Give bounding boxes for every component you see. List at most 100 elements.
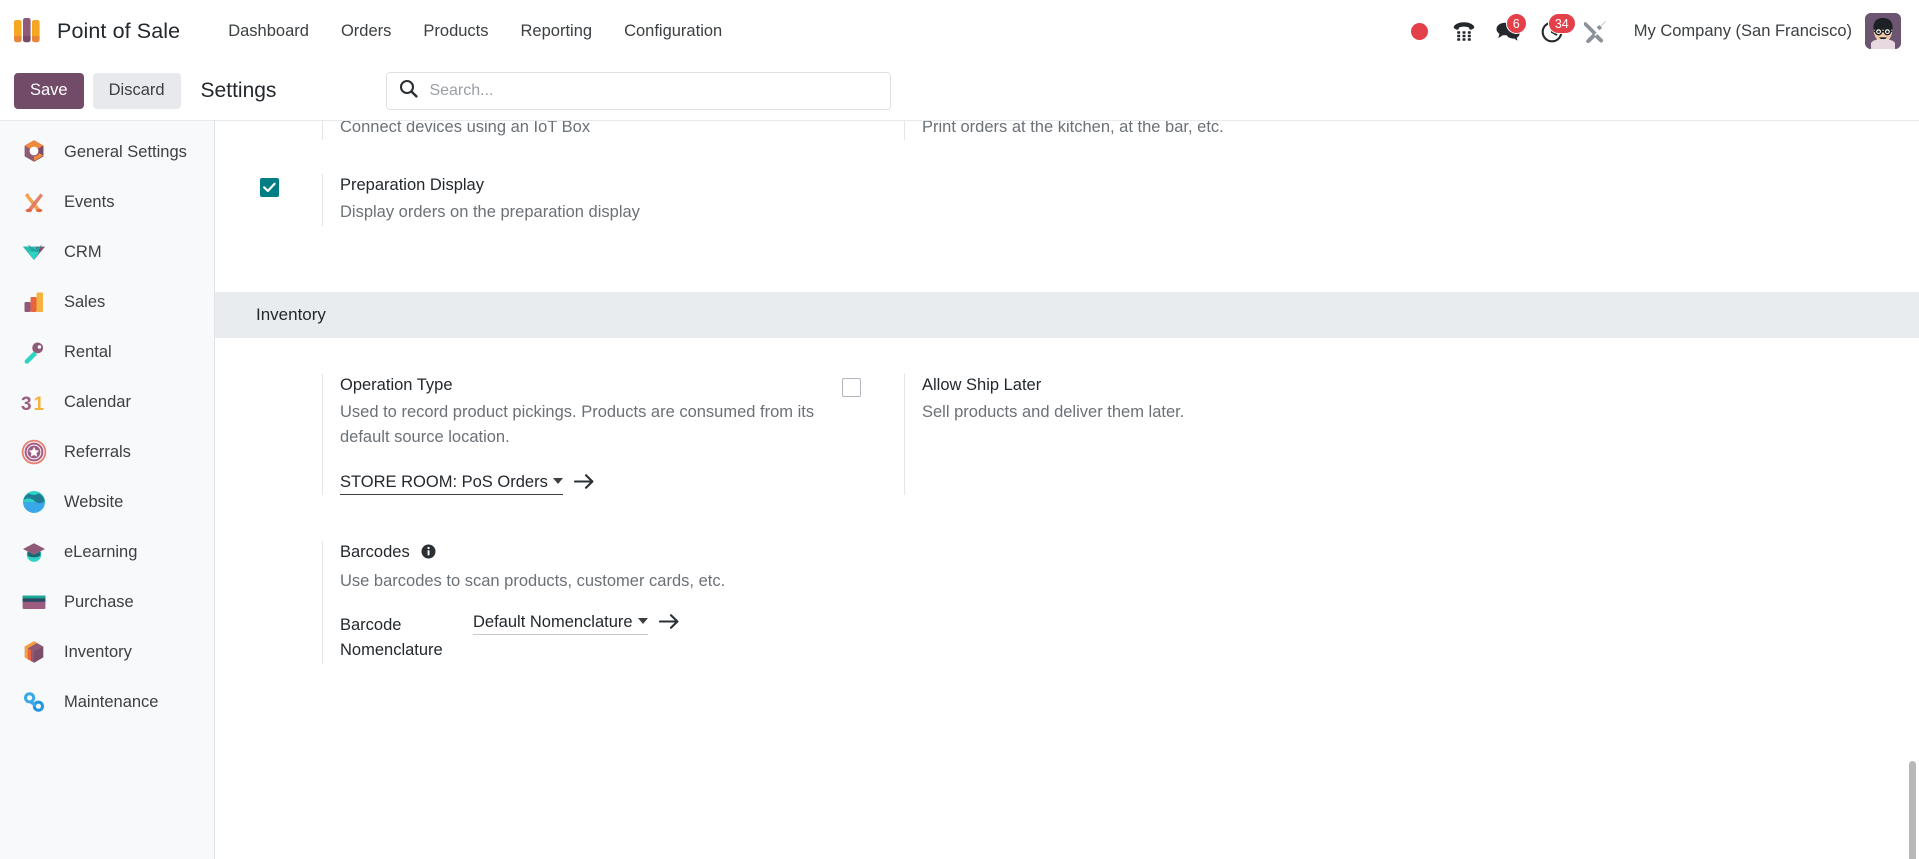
messages-icon[interactable]: 6 (1486, 11, 1530, 51)
user-avatar-icon[interactable] (1865, 13, 1901, 49)
sidebar-item-referrals[interactable]: Referrals (0, 427, 214, 477)
sidebar-item-inventory[interactable]: Inventory (0, 627, 214, 677)
menu-item-configuration[interactable]: Configuration (608, 16, 738, 47)
record-dot-icon[interactable] (1398, 11, 1442, 51)
dialpad-icon[interactable] (1442, 11, 1486, 51)
iot-box-description: Connect devices using an IoT Box (340, 120, 591, 136)
chevron-down-icon (637, 617, 648, 624)
calendar-icon: 3 1 (20, 388, 48, 416)
sidebar-item-label: General Settings (64, 142, 187, 161)
settings-scrollbar[interactable] (1907, 121, 1916, 859)
allow-ship-later-checkbox[interactable] (842, 377, 861, 397)
sidebar-item-calendar[interactable]: 3 1 Calendar (0, 377, 214, 427)
menu-item-products[interactable]: Products (407, 16, 504, 47)
setting-preparation-printers: Preparation Printers Print orders at the… (842, 120, 1424, 141)
setting-allow-ship-later: Allow Ship Later Sell products and deliv… (842, 373, 1424, 496)
company-switcher[interactable]: My Company (San Francisco) (1618, 22, 1865, 41)
page-title: Settings (200, 79, 277, 102)
discard-button[interactable]: Discard (92, 73, 181, 109)
website-icon (20, 488, 48, 516)
search-bar[interactable] (386, 72, 892, 110)
sidebar-item-elearning[interactable]: eLearning (0, 527, 214, 577)
sidebar-item-website[interactable]: Website (0, 477, 214, 527)
control-panel: Save Discard Settings (0, 62, 1919, 120)
messages-badge: 6 (1505, 13, 1527, 34)
barcode-nomenclature-label: Barcode Nomenclature (340, 615, 443, 660)
page-body: General Settings Events CRM Sales Rental… (0, 120, 1919, 859)
maintenance-icon (20, 688, 48, 716)
barcodes-title: Barcodes (340, 543, 410, 562)
svg-text:1: 1 (34, 394, 45, 415)
sidebar-item-events[interactable]: Events (0, 177, 214, 227)
sidebar-item-label: Inventory (64, 642, 132, 661)
info-icon[interactable] (421, 543, 436, 567)
menu-item-orders[interactable]: Orders (325, 16, 407, 47)
preparation-display-checkbox[interactable] (260, 178, 279, 198)
preparation-printers-description: Print orders at the kitchen, at the bar,… (922, 120, 1224, 136)
setting-iot-box: IoT Box Connect devices using an IoT Box (260, 120, 842, 141)
sidebar-item-label: Sales (64, 292, 106, 311)
setting-operation-type: Operation Type Used to record product pi… (260, 373, 842, 496)
settings-content: IoT Box Connect devices using an IoT Box… (215, 120, 1919, 859)
chevron-down-icon (552, 478, 563, 485)
barcodes-title-row: Barcodes (340, 541, 822, 567)
systray: 6 34 My Company (San Francisco) (1398, 11, 1901, 51)
sidebar-item-maintenance[interactable]: Maintenance (0, 677, 214, 727)
sidebar-item-label: eLearning (64, 542, 138, 561)
barcode-nomenclature-value: Default Nomenclature (473, 612, 633, 631)
sidebar-item-purchase[interactable]: Purchase (0, 577, 214, 627)
activities-badge: 34 (1547, 13, 1576, 34)
sidebar-item-label: CRM (64, 242, 102, 261)
rental-icon (20, 338, 48, 366)
inventory-icon (20, 638, 48, 666)
search-icon (399, 79, 419, 103)
operation-type-description: Used to record product pickings. Product… (340, 402, 815, 447)
svg-text:3: 3 (21, 394, 32, 415)
crm-icon (20, 238, 48, 266)
scrollbar-thumb[interactable] (1909, 761, 1916, 859)
settings-sidebar: General Settings Events CRM Sales Rental… (0, 120, 215, 859)
barcodes-description: Use barcodes to scan products, customer … (340, 571, 726, 590)
sidebar-item-label: Calendar (64, 392, 131, 411)
save-button[interactable]: Save (14, 73, 84, 109)
brand-home-link[interactable]: Point of Sale (14, 18, 180, 44)
search-input[interactable] (429, 82, 879, 100)
operation-type-dropdown[interactable]: STORE ROOM: PoS Orders (340, 473, 563, 496)
top-navbar: Point of Sale Dashboard Orders Products … (0, 0, 1919, 62)
allow-ship-later-description: Sell products and deliver them later. (922, 402, 1185, 421)
section-header-inventory: Inventory (215, 291, 1919, 338)
sidebar-item-sales[interactable]: Sales (0, 277, 214, 327)
sidebar-item-rental[interactable]: Rental (0, 327, 214, 377)
events-icon (20, 188, 48, 216)
barcode-nomenclature-field: Barcode Nomenclature Default Nomenclatur… (340, 613, 822, 664)
sidebar-item-label: Purchase (64, 592, 134, 611)
main-menu: Dashboard Orders Products Reporting Conf… (212, 16, 738, 47)
menu-item-dashboard[interactable]: Dashboard (212, 16, 325, 47)
sidebar-item-label: Maintenance (64, 692, 159, 711)
operation-type-title: Operation Type (340, 375, 453, 394)
setting-barcodes: Barcodes Use barcodes to scan products, … (260, 541, 842, 664)
sidebar-item-label: Website (64, 492, 124, 511)
pos-logo-icon (14, 18, 44, 44)
sidebar-item-label: Referrals (64, 442, 131, 461)
elearning-icon (20, 538, 48, 566)
barcode-nomenclature-dropdown[interactable]: Default Nomenclature (473, 613, 648, 635)
menu-item-reporting[interactable]: Reporting (505, 16, 609, 47)
sales-icon (20, 288, 48, 316)
debug-tools-icon[interactable] (1574, 11, 1618, 51)
internal-link-arrow-icon[interactable] (573, 473, 595, 495)
brand-name: Point of Sale (57, 18, 181, 43)
activities-clock-icon[interactable]: 34 (1530, 11, 1576, 51)
purchase-icon (20, 588, 48, 616)
setting-preparation-display: Preparation Display Display orders on th… (260, 174, 842, 226)
sidebar-item-crm[interactable]: CRM (0, 227, 214, 277)
sidebar-item-general-settings[interactable]: General Settings (0, 127, 214, 177)
internal-link-arrow-icon[interactable] (658, 613, 680, 635)
general-settings-icon (20, 138, 48, 166)
referrals-icon (20, 438, 48, 466)
allow-ship-later-title: Allow Ship Later (922, 375, 1042, 394)
preparation-display-description: Display orders on the preparation displa… (340, 203, 640, 222)
operation-type-value: STORE ROOM: PoS Orders (340, 473, 548, 492)
sidebar-item-label: Rental (64, 342, 112, 361)
preparation-display-title: Preparation Display (340, 176, 484, 195)
